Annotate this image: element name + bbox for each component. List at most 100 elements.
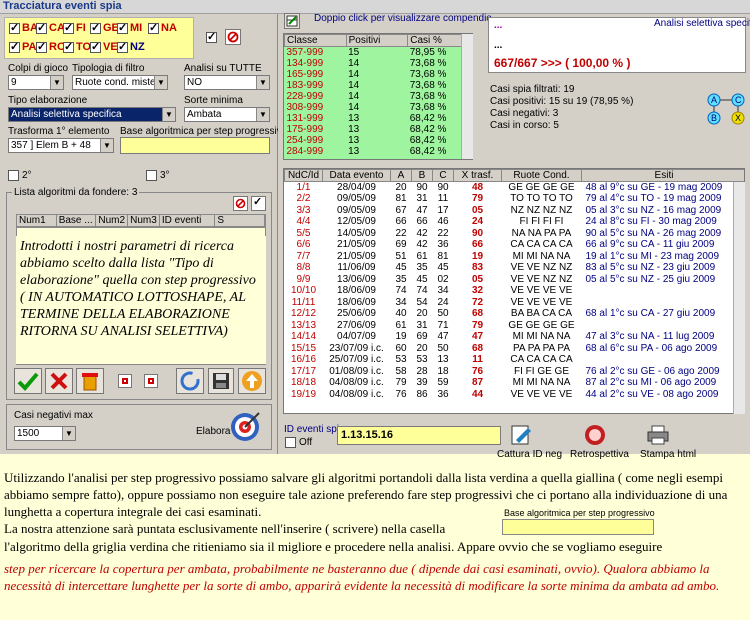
- ruota-ro[interactable]: RO: [36, 40, 66, 54]
- refresh-button[interactable]: [176, 368, 204, 394]
- lista-grid-header: Num1 Base ... Num2 Num3 ID eventi S: [16, 214, 266, 227]
- stop-small-2[interactable]: [144, 374, 158, 388]
- lista-col-header[interactable]: Num1: [17, 215, 57, 226]
- ruota-fi[interactable]: FI: [63, 21, 86, 35]
- table-row[interactable]: 12/12 25/06/09 40 20 50 68 BA BA CA CA 68 al 1°…: [285, 308, 745, 320]
- ruota-pa[interactable]: PA: [9, 40, 36, 54]
- tipo-elab-label: Tipo elaborazione: [8, 95, 88, 106]
- eventi-col-header[interactable]: Esiti: [581, 169, 744, 182]
- table-row[interactable]: 16/16 25/07/09 i.c. 53 53 13 11 CA CA CA CA: [285, 354, 745, 366]
- tipologia-select[interactable]: Ruote cond. miste ▼: [72, 75, 168, 90]
- lista-col-header[interactable]: Num3: [128, 215, 160, 226]
- table-row[interactable]: 1/1 28/04/09 20 90 90 48 GE GE GE GE 48 al 9°c …: [285, 182, 745, 194]
- lista-delete-button[interactable]: [233, 196, 248, 211]
- cattura-button[interactable]: [510, 424, 532, 446]
- ruota-na[interactable]: NA: [148, 21, 177, 35]
- lista-col-header[interactable]: Base ...: [57, 215, 97, 226]
- table-row[interactable]: 254-999 13 68,42 %: [285, 135, 472, 146]
- trash-button[interactable]: [76, 368, 104, 394]
- table-row[interactable]: 4/4 12/05/09 66 66 46 24 FI FI FI FI 24 al 8°c …: [285, 216, 745, 228]
- caption-base-label: Base algoritmica per step progressivo: [504, 508, 655, 518]
- id-eventi-input[interactable]: 1.13.15.16: [337, 426, 501, 445]
- lista-col-header[interactable]: Num2: [96, 215, 129, 226]
- casi-neg-select[interactable]: 1500 ▼: [14, 426, 76, 441]
- table-row[interactable]: 131-999 13 68,42 %: [285, 113, 472, 124]
- table-row[interactable]: 5/5 14/05/09 22 42 22 90 NA NA PA PA 90 al 5°c …: [285, 228, 745, 240]
- tipo-elab-select[interactable]: Analisi selettiva specifica ▼: [8, 107, 176, 122]
- lista-col-header[interactable]: ID eventi: [160, 215, 216, 226]
- delete-button[interactable]: [45, 368, 73, 394]
- lista-col-header[interactable]: S: [215, 215, 266, 226]
- retrospettiva-button[interactable]: [584, 424, 606, 446]
- table-row[interactable]: 357-999 15 78,95 %: [285, 47, 472, 59]
- table-row[interactable]: 10/10 18/06/09 74 74 34 32 VE VE VE VE: [285, 285, 745, 297]
- classe-scrollbar[interactable]: [461, 34, 473, 159]
- abc-diagram-icon: A C B X: [707, 93, 745, 125]
- elabora-button[interactable]: [228, 410, 262, 444]
- classe-table[interactable]: Classe Positivi Casi % 357-999 15 78,95 % 134…: [283, 33, 473, 160]
- ruota-ca[interactable]: CA: [36, 21, 65, 35]
- save-button[interactable]: [208, 368, 234, 394]
- table-row[interactable]: 165-999 14 73,68 %: [285, 69, 472, 80]
- table-row[interactable]: 9/9 13/06/09 35 45 02 05 VE VE NZ NZ 05 al 5°c …: [285, 274, 745, 286]
- grid-icon: [286, 15, 298, 27]
- no-icon: [235, 198, 246, 209]
- up-button[interactable]: [238, 368, 266, 394]
- eventi-scrollbar[interactable]: [733, 182, 745, 414]
- ruota-to[interactable]: TO: [63, 40, 91, 54]
- ruota-nz[interactable]: NZ: [117, 40, 145, 54]
- table-row[interactable]: 8/8 11/06/09 45 35 45 83 VE VE NZ NZ 83 al 5°c …: [285, 262, 745, 274]
- eventi-col-header[interactable]: Data evento: [322, 169, 391, 182]
- table-row[interactable]: 7/7 21/05/09 51 61 81 19 MI MI NA NA 19 al 1°c …: [285, 251, 745, 263]
- table-row[interactable]: 11/11 18/06/09 34 54 24 72 VE VE VE VE: [285, 297, 745, 309]
- eventi-col-header[interactable]: Ruote Cond.: [501, 169, 582, 182]
- option-2[interactable]: 2°: [8, 170, 32, 181]
- base-algoritmica-input[interactable]: [120, 137, 270, 154]
- instruction-note: Introdotti i nostri parametri di ricerca…: [16, 236, 266, 364]
- confirm-button[interactable]: [14, 368, 42, 394]
- off-toggle[interactable]: Off: [285, 437, 312, 448]
- stampa-button[interactable]: [646, 424, 670, 446]
- classe-col-header[interactable]: Positivi: [345, 34, 409, 47]
- table-row[interactable]: 3/3 09/05/09 67 47 17 05 NZ NZ NZ NZ 05 al 3°c …: [285, 205, 745, 217]
- sorte-select[interactable]: Ambata ▼: [184, 107, 270, 122]
- eventi-table[interactable]: NdC/Id Data evento A B C X trasf. Ruote Cond. E…: [283, 168, 745, 414]
- table-row[interactable]: 18/18 04/08/09 i.c. 79 39 59 87 MI MI NA NA 87 …: [285, 377, 745, 389]
- eventi-col-header[interactable]: NdC/Id: [284, 169, 323, 182]
- clear-all-button[interactable]: [225, 29, 241, 45]
- ruota-ba[interactable]: BA: [9, 21, 38, 35]
- table-row[interactable]: 6/6 21/05/09 69 42 36 66 CA CA CA CA 66 al 9°c …: [285, 239, 745, 251]
- stop-icon: [585, 425, 605, 445]
- eventi-col-header[interactable]: A: [390, 169, 412, 182]
- table-row[interactable]: 17/17 01/08/09 i.c. 58 28 18 76 FI FI GE GE 76 …: [285, 366, 745, 378]
- table-row[interactable]: 175-999 13 68,42 %: [285, 124, 472, 135]
- save-icon: [213, 373, 229, 389]
- table-row[interactable]: 308-999 14 73,68 %: [285, 102, 472, 113]
- table-row[interactable]: 2/2 09/05/09 81 31 11 79 TO TO TO TO 79 al 4°c …: [285, 193, 745, 205]
- colpi-select[interactable]: 9 ▼: [8, 75, 64, 90]
- option-3[interactable]: 3°: [146, 170, 170, 181]
- eventi-col-header[interactable]: C: [432, 169, 454, 182]
- table-row[interactable]: 15/15 23/07/09 i.c. 60 20 50 68 PA PA PA PA 68 …: [285, 343, 745, 355]
- table-row[interactable]: 228-999 14 73,68 %: [285, 91, 472, 102]
- compendio-button[interactable]: [284, 13, 300, 29]
- eventi-col-header[interactable]: B: [411, 169, 433, 182]
- table-row[interactable]: 284-999 13 68,42 %: [285, 146, 472, 157]
- classe-col-header[interactable]: Classe: [284, 34, 347, 47]
- table-row[interactable]: 134-999 14 73,68 %: [285, 58, 472, 69]
- eventi-col-header[interactable]: X trasf.: [453, 169, 502, 182]
- ruota-ge[interactable]: GE: [90, 21, 119, 35]
- table-row[interactable]: 14/14 04/07/09 19 69 47 47 MI MI NA NA 47 al 3°…: [285, 331, 745, 343]
- analisi-tutte-select[interactable]: NO ▼: [184, 75, 270, 90]
- select-all-checkbox[interactable]: [206, 30, 217, 46]
- ruota-ve[interactable]: VE: [90, 40, 118, 54]
- trasforma-label: Trasforma 1° elemento: [8, 126, 110, 137]
- table-row[interactable]: 13/13 27/06/09 61 31 71 79 GE GE GE GE: [285, 320, 745, 332]
- ruota-mi[interactable]: MI: [117, 21, 142, 35]
- stop-small-1[interactable]: [118, 374, 132, 388]
- trasforma-select[interactable]: 357 ] Elem B + 48 ▼: [8, 138, 114, 153]
- table-row[interactable]: 183-999 14 73,68 %: [285, 80, 472, 91]
- table-row[interactable]: 19/19 04/08/09 i.c. 76 86 36 44 VE VE VE VE 44 …: [285, 389, 745, 401]
- lista-check-button[interactable]: [251, 195, 266, 211]
- casi-in-corso: Casi in corso: 5: [490, 120, 559, 131]
